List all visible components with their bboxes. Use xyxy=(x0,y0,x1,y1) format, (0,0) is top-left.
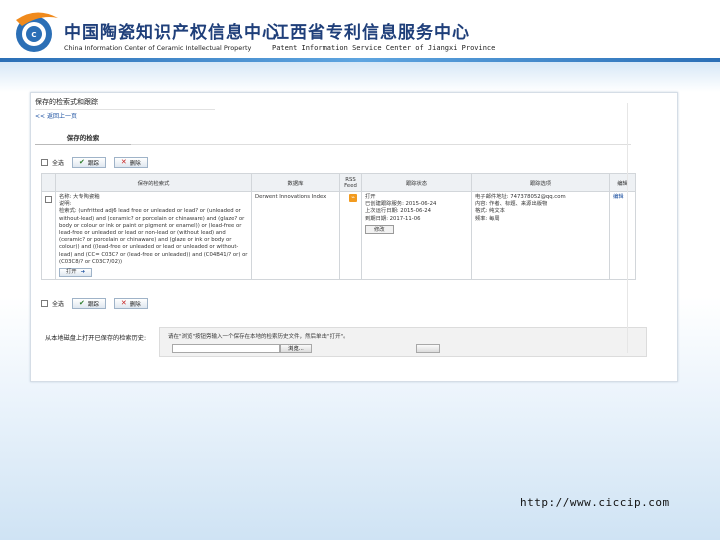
tracking-frequency-line: 频率: 每周 xyxy=(475,215,500,222)
site-header: C 中国陶瓷知识产权信息中心 China Information Center … xyxy=(0,0,720,62)
panel-divider xyxy=(627,103,628,353)
delete-x-icon: ✕ xyxy=(120,158,127,166)
site-title-en: China Information Center of Ceramic Inte… xyxy=(64,44,252,52)
database-cell: Derwent Innovations Index xyxy=(251,190,340,281)
query-name: 名称: 大专陶瓷釉 xyxy=(59,194,100,200)
track-button-bottom[interactable]: ✔ 跟踪 xyxy=(72,298,106,309)
delete-button-label: 删除 xyxy=(129,160,141,167)
file-path-input[interactable] xyxy=(172,344,280,353)
import-box: 请在"浏览"按钮旁输入一个保存在本地的检索历史文件，然后单击"打开"。 浏览..… xyxy=(159,327,647,357)
col-tracking-status: 跟踪状态 xyxy=(361,173,472,192)
tracking-expiry-line: 到期日期: 2017-11-06 xyxy=(365,215,421,222)
col-database: 数据库 xyxy=(251,173,340,192)
query-text: 检索式: (unfritted adj6 lead free or unlead… xyxy=(59,208,248,265)
modify-button[interactable]: 修改 xyxy=(365,224,394,234)
track-button-bottom-label: 跟踪 xyxy=(87,301,99,308)
col-edit: 编辑 xyxy=(609,173,636,192)
saved-searches-table: 保存的检索式 数据库 RSS Feed 跟踪状态 跟踪选项 编辑 名称: 大专陶… xyxy=(41,173,636,281)
check-icon: ✔ xyxy=(79,158,85,166)
rss-cell: ⌁ xyxy=(339,190,362,281)
col-saved-query: 保存的检索式 xyxy=(55,173,252,192)
header-shadow xyxy=(0,62,720,92)
col-rss: RSS Feed xyxy=(339,173,362,192)
row-checkbox[interactable] xyxy=(45,196,52,203)
site-title-cn: 中国陶瓷知识产权信息中心 xyxy=(64,23,280,43)
footer-url: http://www.ciccip.com xyxy=(520,496,670,509)
delete-button[interactable]: ✕ 删除 xyxy=(113,157,148,168)
delete-button-bottom-label: 删除 xyxy=(129,301,141,308)
tab-divider xyxy=(131,144,631,145)
select-all-checkbox-bottom[interactable] xyxy=(41,300,48,307)
tracking-format-line: 格式: 纯文本 xyxy=(475,208,505,215)
province-title-en: Patent Information Service Center of Jia… xyxy=(272,44,496,52)
import-label: 从本地磁盘上打开已保存的检索历史: xyxy=(45,335,147,342)
back-link[interactable]: << 返回上一页 xyxy=(35,111,77,120)
open-query-button[interactable]: 打开 ➜ xyxy=(59,268,93,278)
col-select xyxy=(41,173,56,192)
tab-saved-searches[interactable]: 保存的检索 xyxy=(35,131,131,145)
browse-button[interactable]: 浏览... xyxy=(280,344,312,353)
top-toolbar: 全选 ✔ 跟踪 ✕ 删除 xyxy=(41,157,148,168)
tracking-status-cell: 打开 已创建跟踪服务: 2015-06-24 上次运行日期: 2015-06-2… xyxy=(361,190,472,281)
select-all-checkbox[interactable] xyxy=(41,159,48,166)
edit-link[interactable]: 编辑 xyxy=(613,194,624,200)
import-open-button[interactable] xyxy=(416,344,440,353)
col-tracking-options: 跟踪选项 xyxy=(471,173,610,192)
select-all-label: 全选 xyxy=(52,160,65,167)
table-header-row: 保存的检索式 数据库 RSS Feed 跟踪状态 跟踪选项 编辑 xyxy=(41,173,636,192)
select-all-label-bottom: 全选 xyxy=(52,301,65,308)
edit-cell: 编辑 xyxy=(609,190,636,281)
table-row: 名称: 大专陶瓷釉 说明: 检索式: (unfritted adj6 lead … xyxy=(41,190,636,281)
track-button[interactable]: ✔ 跟踪 xyxy=(72,157,106,168)
open-query-label: 打开 xyxy=(66,268,77,275)
import-history-section: 从本地磁盘上打开已保存的检索历史: 请在"浏览"按钮旁输入一个保存在本地的检索历… xyxy=(41,327,647,357)
query-cell: 名称: 大专陶瓷釉 说明: 检索式: (unfritted adj6 lead … xyxy=(55,190,252,281)
delete-x-icon: ✕ xyxy=(120,299,127,307)
track-button-label: 跟踪 xyxy=(87,160,99,167)
rss-icon[interactable]: ⌁ xyxy=(349,194,357,202)
bottom-toolbar: 全选 ✔ 跟踪 ✕ 删除 xyxy=(41,298,148,309)
arrow-right-icon: ➜ xyxy=(80,268,86,275)
page-title: 保存的检索式和跟踪 xyxy=(35,97,215,110)
tracking-options-cell: 电子邮件地址: 747378052@qq.com 内容: 作者、标题、来源出版物… xyxy=(471,190,610,281)
import-hint: 请在"浏览"按钮旁输入一个保存在本地的检索历史文件，然后单击"打开"。 xyxy=(168,334,349,340)
province-title-cn: 江西省专利信息服务中心 xyxy=(272,23,470,43)
delete-button-bottom[interactable]: ✕ 删除 xyxy=(113,298,148,309)
ciccip-logo: C xyxy=(16,12,58,52)
svg-text:C: C xyxy=(31,31,36,39)
saved-searches-panel: 保存的检索式和跟踪 << 返回上一页 保存的检索 全选 ✔ 跟踪 ✕ 删除 保存… xyxy=(30,92,678,382)
check-icon: ✔ xyxy=(79,299,85,307)
tracking-last-run-line: 上次运行日期: 2015-06-24 xyxy=(365,208,432,215)
row-select-cell xyxy=(41,190,56,281)
